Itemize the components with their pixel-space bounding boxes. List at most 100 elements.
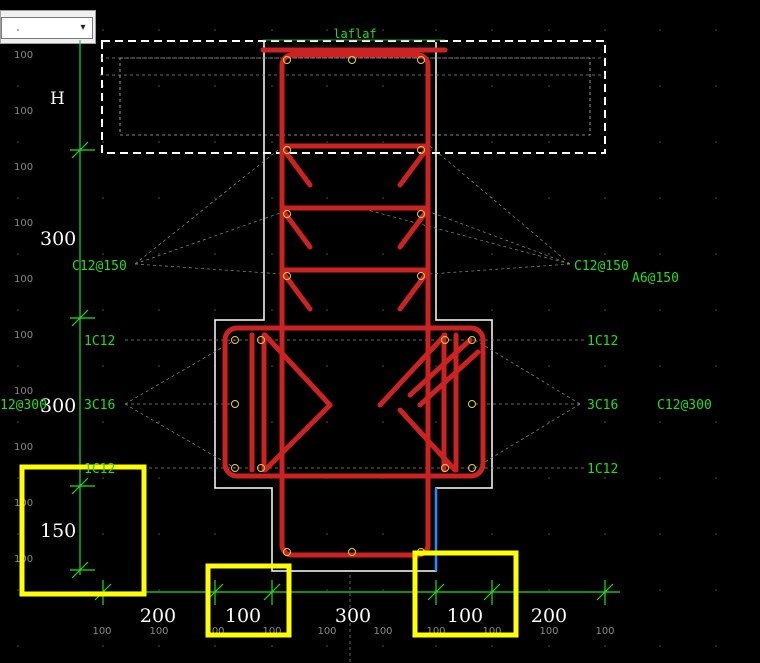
grid-dot — [604, 309, 606, 311]
grid-dot — [382, 85, 384, 87]
label-right-3c16: 3C16 — [587, 398, 618, 413]
grid-label: 100 — [539, 626, 558, 637]
grid-dot — [158, 477, 160, 479]
grid-dot — [382, 589, 384, 591]
grid-dot — [17, 645, 19, 647]
horizontal-dim-1: 200 — [140, 605, 176, 627]
grid-dot — [271, 141, 273, 143]
grid-dot — [158, 309, 160, 311]
cad-drawing-canvas[interactable]: 100100100100100100100100100100100 100 100 1… — [0, 0, 760, 663]
grid-dot — [435, 29, 437, 31]
grid-dot — [158, 253, 160, 255]
grid-dot — [102, 141, 104, 143]
grid-dot — [271, 29, 273, 31]
grid-dot — [659, 421, 661, 423]
grid-dot — [214, 309, 216, 311]
grid-dot — [214, 253, 216, 255]
label-left-3c16: 3C16 — [84, 398, 115, 413]
grid-dot — [491, 141, 493, 143]
grid-dot — [214, 197, 216, 199]
grid-label: 100 — [92, 626, 111, 637]
grid-dot — [271, 85, 273, 87]
grid-dot — [491, 645, 493, 647]
grid-dot — [659, 197, 661, 199]
grid-dot — [548, 29, 550, 31]
grid-dot — [326, 141, 328, 143]
grid-dot — [715, 29, 717, 31]
grid-dot — [435, 365, 437, 367]
grid-dot — [158, 533, 160, 535]
grid-dot — [102, 29, 104, 31]
label-left-1c12-top: 1C12 — [84, 334, 115, 349]
horizontal-dim-5: 200 — [531, 605, 567, 627]
grid-dot — [102, 253, 104, 255]
grid-dot — [102, 365, 104, 367]
grid-dot — [548, 365, 550, 367]
grid-label: 100 — [14, 50, 33, 61]
grid-dot — [17, 533, 19, 535]
grid-dot — [271, 309, 273, 311]
grid-label: 100 — [14, 442, 33, 453]
label-right-c12-300: C12@300 — [657, 398, 712, 413]
column-stirrup — [279, 52, 431, 558]
grid-dot — [271, 253, 273, 255]
grid-dot — [158, 141, 160, 143]
grid-dot — [214, 533, 216, 535]
grid-dot — [382, 197, 384, 199]
grid-dot — [382, 421, 384, 423]
grid-dot — [604, 477, 606, 479]
grid-dot — [271, 365, 273, 367]
grid-dot — [271, 197, 273, 199]
horizontal-dim-3: 300 — [335, 605, 371, 627]
highlight-boxes — [19, 464, 519, 638]
grid-dot — [435, 645, 437, 647]
grid-dot — [715, 533, 717, 535]
grid-dot — [715, 253, 717, 255]
column-outline — [214, 42, 493, 572]
grid-dot — [604, 645, 606, 647]
grid-dot — [214, 141, 216, 143]
grid-dot — [102, 533, 104, 535]
grid-label: 100 — [14, 274, 33, 285]
label-left-1c12-bottom: 1C12 — [84, 462, 115, 477]
grid-label: 100 — [373, 626, 392, 637]
grid-dot — [659, 589, 661, 591]
grid-dot — [548, 141, 550, 143]
grid-dot — [604, 533, 606, 535]
grid-dot — [548, 645, 550, 647]
grid-dot — [214, 85, 216, 87]
grid-dot — [271, 421, 273, 423]
grid-dot — [382, 645, 384, 647]
horizontal-dim-4: 100 — [447, 605, 483, 627]
grid-dot — [548, 253, 550, 255]
vertical-dim-3: 150 — [40, 520, 76, 542]
grid-dot — [102, 477, 104, 479]
grid-dot — [604, 253, 606, 255]
grid-dot — [102, 645, 104, 647]
label-left-c12-300: 12@300 — [0, 398, 47, 413]
grid-dot — [491, 533, 493, 535]
grid-dot — [435, 421, 437, 423]
grid-label: 100 — [14, 330, 33, 341]
grid-dot — [659, 645, 661, 647]
grid-dot — [659, 533, 661, 535]
grid-dot — [17, 589, 19, 591]
grid-dot — [326, 309, 328, 311]
grid-dot — [382, 253, 384, 255]
grid-dot — [17, 141, 19, 143]
top-slab-inner-outline — [119, 57, 591, 136]
grid-dot — [548, 197, 550, 199]
rebar-annotations: C12@150 C12@150 A6@150 1C12 1C12 3C16 3C… — [0, 259, 712, 477]
grid-dot — [326, 29, 328, 31]
grid-label: 100 — [14, 162, 33, 173]
grid-dot — [715, 365, 717, 367]
grid-dot — [158, 197, 160, 199]
grid-dot — [715, 141, 717, 143]
grid-dot — [491, 253, 493, 255]
h-label: H — [50, 89, 65, 109]
grid-dot — [102, 197, 104, 199]
grid-dot — [715, 309, 717, 311]
grid-dot — [659, 477, 661, 479]
grid-dot — [271, 645, 273, 647]
grid-dot — [17, 197, 19, 199]
